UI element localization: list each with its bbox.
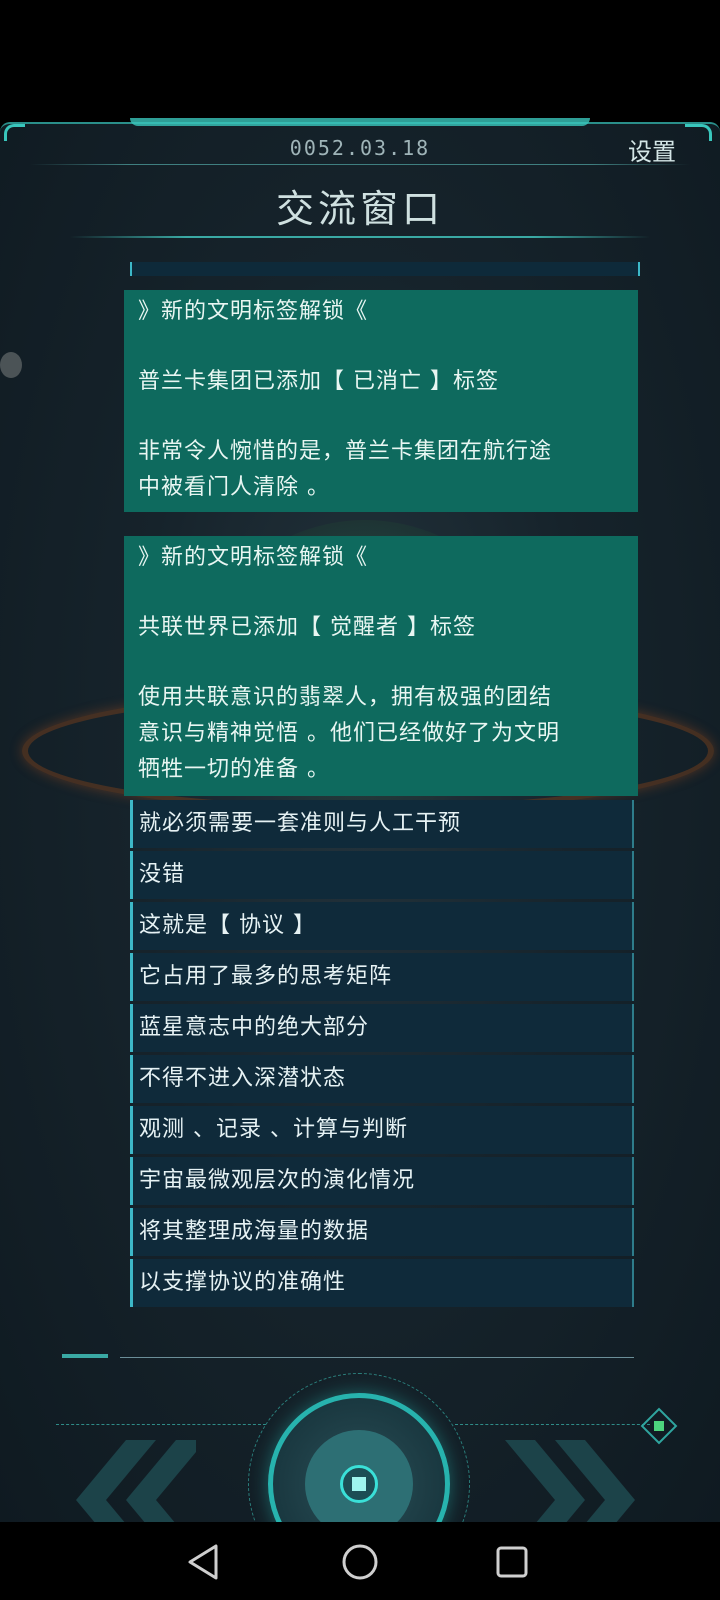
card-heading: 》新的文明标签解锁《 [138,545,369,570]
control-line-left [56,1424,266,1425]
message-row: 就必须需要一套准则与人工干预 [130,800,634,848]
tag-unlock-card: 》新的文明标签解锁《 共联世界已添加【 觉醒者 】标签 使用共联意识的翡翠人，拥… [124,536,638,796]
message-row-partial [130,262,640,276]
card-text: 非常令人惋惜的是，普兰卡集团在航行途 [138,439,553,464]
background-orb [0,352,22,378]
card-text: 共联世界已添加【 觉醒者 】标签 [138,615,476,640]
center-action-icon[interactable] [340,1465,378,1503]
message-row: 这就是【 协议 】 [130,902,634,950]
page-title: 交流窗口 [275,187,444,231]
status-bar-area [0,0,720,122]
card-heading: 》新的文明标签解锁《 [138,299,369,324]
control-line-right [455,1424,650,1425]
circle-home-icon[interactable] [338,1540,382,1584]
square-recent-icon[interactable] [490,1540,534,1584]
triangle-back-icon[interactable] [184,1540,228,1584]
title-underline [70,236,650,238]
card-text: 普兰卡集团已添加【 已消亡 】标签 [138,369,499,394]
panel-top-glow [130,118,590,126]
date-label: 0052.03.18 [289,136,431,160]
message-list[interactable]: 》新的文明标签解锁《 普兰卡集团已添加【 已消亡 】标签 非常令人惋惜的是，普兰… [124,262,646,1307]
message-row: 它占用了最多的思考矩阵 [130,953,634,1001]
card-text: 中被看门人清除 。 [138,475,330,500]
message-row: 将其整理成海量的数据 [130,1208,634,1256]
message-row: 以支撑协议的准确性 [130,1259,634,1307]
status-dot [654,1421,664,1431]
list-bottom-divider [120,1357,634,1358]
message-row: 宇宙最微观层次的演化情况 [130,1157,634,1205]
header-divider [30,164,690,165]
settings-button[interactable]: 设置 [628,132,676,167]
tag-unlock-card: 》新的文明标签解锁《 普兰卡集团已添加【 已消亡 】标签 非常令人惋惜的是，普兰… [124,290,638,512]
message-row: 观测 、记录 、计算与判断 [130,1106,634,1154]
message-row: 蓝星意志中的绝大部分 [130,1004,634,1052]
card-text: 牺牲一切的准备 。 [138,757,330,782]
message-row: 没错 [130,851,634,899]
card-text: 意识与精神觉悟 。他们已经做好了为文明 [138,721,560,746]
card-text: 使用共联意识的翡翠人，拥有极强的团结 [138,685,553,710]
message-row: 不得不进入深潜状态 [130,1055,634,1103]
list-scroll-indicator [62,1354,108,1358]
